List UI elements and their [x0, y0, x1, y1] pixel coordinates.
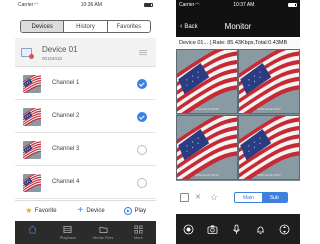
video-timestamp: 2016-12-09 10:37 — [257, 173, 281, 177]
page-title: Monitor — [224, 22, 252, 31]
flag-thumbnail — [23, 108, 41, 126]
device-label: Device — [86, 208, 105, 214]
status-time: 10:36 AM — [80, 1, 102, 8]
menu-icon[interactable] — [139, 50, 147, 55]
tab-media-files-label: Media Files — [92, 235, 114, 240]
home-icon — [28, 225, 37, 234]
carrier: Carrier ◠ — [18, 2, 39, 8]
stream-info: Device 01... | Rate: 85.43Kbps,Total:0.4… — [176, 38, 300, 48]
bottom-tab-bar: Playback Media Files More — [15, 221, 156, 244]
channel-checkbox[interactable] — [137, 79, 147, 89]
video-cell[interactable]: 2016-12-09 10:37 — [176, 49, 238, 114]
tab-more-label: More — [133, 235, 143, 240]
tab-history[interactable]: History — [64, 21, 108, 32]
tab-segment: Devices History Favorites — [20, 20, 151, 33]
bell-icon[interactable] — [255, 224, 266, 235]
play-icon: ▶ — [124, 207, 133, 215]
stop-icon[interactable] — [180, 193, 189, 202]
video-timestamp: 2016-12-09 10:37 — [257, 107, 281, 111]
video-cell[interactable]: 2016-12-09 10:37 — [238, 115, 300, 180]
device-row[interactable]: Device 01 0010401b — [15, 38, 156, 67]
channel-checkbox[interactable] — [137, 178, 147, 188]
tab-more[interactable]: More — [121, 221, 156, 244]
flag-thumbnail — [23, 174, 41, 192]
add-device-button[interactable]: + Device — [76, 205, 105, 216]
star-icon: ★ — [25, 206, 33, 215]
device-name: Device 01 — [42, 45, 78, 54]
action-bar: ★ Favorite + Device ▶ Play — [15, 200, 156, 221]
tab-favorites[interactable]: Favorites — [108, 21, 150, 32]
record-icon[interactable] — [183, 224, 194, 235]
carrier-label: Carrier — [179, 1, 195, 8]
tab-devices[interactable]: Devices — [21, 21, 65, 32]
video-grid: 2016-12-09 10:37 2016-12-09 10:37 2016-1… — [176, 49, 300, 181]
device-id: 0010401b — [42, 56, 63, 61]
video-cell[interactable]: 2016-12-09 10:37 — [176, 115, 238, 180]
wifi-icon: ◠ — [195, 1, 200, 8]
channel-checkbox[interactable] — [137, 145, 147, 155]
play-button[interactable]: ▶ Play — [124, 207, 146, 215]
tab-playback[interactable]: Playback — [50, 221, 85, 244]
mic-icon[interactable] — [231, 224, 242, 235]
film-icon — [63, 225, 72, 234]
video-timestamp: 2016-12-09 10:37 — [195, 107, 219, 111]
device-list-screen: Carrier ◠ 10:36 AM Devices History Favor… — [15, 0, 156, 244]
stream-toggle: Main Sub — [234, 192, 288, 203]
battery-icon — [143, 2, 153, 7]
channel-label: Channel 2 — [52, 113, 80, 119]
favorite-button[interactable]: ★ Favorite — [25, 206, 57, 215]
play-label: Play — [134, 208, 147, 214]
status-time: 10:37 AM — [233, 1, 255, 8]
plus-icon: + — [77, 205, 84, 216]
grid-icon — [134, 225, 143, 234]
folder-icon — [99, 226, 108, 234]
flag-thumbnail — [23, 75, 41, 93]
status-bar: Carrier ◠ 10:36 AM — [15, 0, 156, 9]
camera-icon[interactable] — [207, 224, 218, 235]
status-bar: Carrier ◠ 10:37 AM — [176, 0, 300, 9]
monitor-toolbar — [176, 214, 300, 244]
sub-stream-button[interactable]: Sub — [261, 193, 287, 202]
monitor-screen: Carrier ◠ 10:37 AM ‹ Back Monitor Device… — [176, 0, 300, 244]
device-icon — [21, 48, 34, 59]
tab-playback-label: Playback — [59, 235, 76, 240]
carrier: Carrier ◠ — [179, 2, 200, 8]
flag-thumbnail — [23, 141, 41, 159]
control-bar: ✕ ☆ Main Sub — [176, 184, 300, 211]
video-cell[interactable]: 2016-12-09 10:37 — [238, 49, 300, 114]
nav-bar: Carrier ◠ 10:37 AM ‹ Back Monitor — [176, 0, 300, 37]
tab-home[interactable] — [15, 221, 50, 244]
star-outline-icon[interactable]: ☆ — [210, 193, 219, 202]
channel-row[interactable]: Channel 1 — [15, 68, 156, 100]
channel-checkbox[interactable] — [137, 112, 147, 122]
main-stream-button[interactable]: Main — [235, 193, 262, 202]
channel-row[interactable]: Channel 4 — [15, 167, 156, 199]
tab-media-files[interactable]: Media Files — [86, 221, 121, 244]
wifi-icon: ◠ — [34, 1, 39, 8]
channel-row[interactable]: Channel 2 — [15, 101, 156, 133]
battery-icon — [287, 2, 297, 7]
channel-label: Channel 3 — [52, 146, 80, 152]
mute-icon[interactable]: ✕ — [195, 193, 204, 202]
carrier-label: Carrier — [18, 1, 34, 8]
video-timestamp: 2016-12-09 10:37 — [195, 173, 219, 177]
ptz-icon[interactable] — [279, 224, 290, 235]
favorite-label: Favorite — [34, 208, 57, 214]
channel-label: Channel 1 — [52, 80, 80, 86]
channel-label: Channel 4 — [52, 179, 80, 185]
channel-row[interactable]: Channel 3 — [15, 134, 156, 166]
